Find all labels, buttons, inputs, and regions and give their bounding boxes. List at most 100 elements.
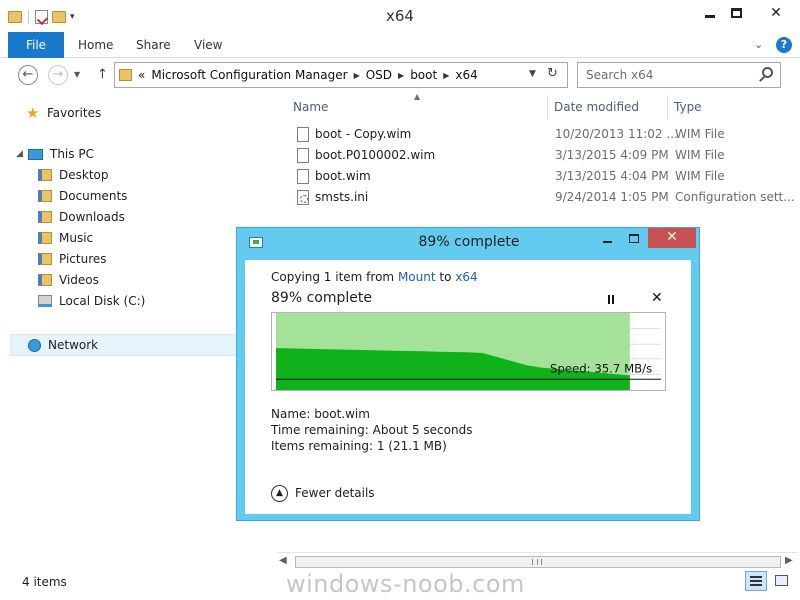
file-name: boot.P0100002.wim [315, 148, 436, 162]
up-button[interactable]: ↑ [97, 67, 108, 82]
close-button[interactable]: ✕ [754, 3, 798, 25]
file-type: WIM File [675, 148, 725, 162]
address-overflow[interactable]: « [138, 68, 145, 82]
chevron-up-icon[interactable]: ▲ [271, 485, 288, 502]
chevron-right-icon[interactable]: ▶ [354, 71, 360, 80]
pause-icon[interactable] [607, 295, 616, 305]
file-date: 3/13/2015 4:04 PM [555, 169, 669, 183]
destination-folder-link[interactable]: x64 [455, 270, 477, 284]
back-button[interactable]: ← [18, 65, 38, 85]
address-dropdown-icon[interactable]: ▼ [529, 69, 536, 79]
nav-music-label: Music [59, 231, 94, 245]
nav-downloads-label: Downloads [59, 210, 125, 224]
documents-folder-icon [38, 190, 52, 202]
search-input[interactable] [578, 63, 758, 87]
configuration-file-icon [297, 190, 309, 205]
maximize-icon [629, 234, 639, 243]
large-icons-view-icon[interactable] [770, 571, 792, 591]
detail-items-value: 1 (21.1 MB) [376, 439, 447, 453]
dialog-close-button[interactable]: ✕ [648, 228, 696, 248]
detail-time: Time remaining: About 5 seconds [271, 422, 472, 438]
navigation-bar: ← → ▼ ↑ « Microsoft Configuration Manage… [0, 58, 800, 92]
tab-share[interactable]: Share [136, 32, 171, 58]
source-folder-link[interactable]: Mount [398, 270, 436, 284]
refresh-icon[interactable]: ↻ [547, 66, 558, 81]
detail-items: Items remaining: 1 (21.1 MB) [271, 438, 472, 454]
nav-local-disk[interactable]: Local Disk (C:) [38, 291, 145, 311]
nav-desktop-label: Desktop [59, 168, 109, 182]
tab-view[interactable]: View [194, 32, 222, 58]
up-arrow-icon: ↑ [97, 67, 108, 82]
navigation-pane: ★ Favorites ◢ This PC Desktop Documents … [0, 92, 276, 570]
search-icon[interactable] [762, 67, 773, 78]
forward-button[interactable]: → [48, 65, 68, 85]
star-icon: ★ [26, 104, 40, 122]
nav-this-pc-label: This PC [50, 147, 94, 161]
maximize-button[interactable] [721, 3, 751, 25]
nav-music[interactable]: Music [38, 228, 93, 248]
file-name: smsts.ini [315, 190, 369, 204]
search-box[interactable] [577, 62, 781, 88]
close-icon: ✕ [770, 5, 782, 21]
breadcrumb-osd[interactable]: OSD [366, 68, 392, 82]
nav-documents[interactable]: Documents [38, 186, 127, 206]
scrollbar-thumb[interactable] [295, 556, 781, 568]
detail-items-label: Items remaining: [271, 439, 374, 453]
copy-to: to [439, 270, 452, 284]
details-view-icon[interactable] [745, 571, 767, 591]
chevron-right-icon[interactable]: ▶ [398, 71, 404, 80]
column-header-type[interactable]: Type [668, 95, 800, 120]
desktop-folder-icon [38, 169, 52, 181]
file-date: 3/13/2015 4:09 PM [555, 148, 669, 162]
dialog-body: Copying 1 item from Mount to x64 89% com… [245, 260, 691, 514]
disk-drive-icon [38, 295, 52, 307]
file-type: Configuration sett... [675, 190, 795, 204]
copy-progress-dialog: 89% complete ✕ Copying 1 item from Mount… [236, 227, 700, 521]
nav-desktop[interactable]: Desktop [38, 165, 109, 185]
column-header-date-modified[interactable]: Date modified [548, 95, 668, 120]
dialog-minimize-button[interactable] [594, 229, 620, 249]
file-row[interactable]: boot.wim 3/13/2015 4:04 PM WIM File [293, 166, 800, 187]
recent-locations-dropdown-icon[interactable]: ▼ [74, 70, 80, 79]
file-row[interactable]: boot - Copy.wim 10/20/2013 11:02 ... WIM… [293, 124, 800, 145]
fewer-details-button[interactable]: Fewer details [295, 486, 375, 500]
nav-downloads[interactable]: Downloads [38, 207, 125, 227]
nav-pictures[interactable]: Pictures [38, 249, 107, 269]
scroll-right-icon[interactable]: ▶ [785, 555, 793, 566]
tab-home[interactable]: Home [78, 32, 113, 58]
dialog-maximize-button[interactable] [621, 229, 647, 249]
chevron-down-icon[interactable]: ◢ [16, 149, 23, 159]
chevron-right-icon[interactable]: ▶ [443, 71, 449, 80]
breadcrumb-configmgr[interactable]: Microsoft Configuration Manager [151, 68, 347, 82]
expand-ribbon-chevron-icon[interactable]: ⌄ [754, 38, 763, 51]
nav-network[interactable]: Network [28, 335, 98, 355]
file-icon [297, 127, 309, 142]
address-bar[interactable]: « Microsoft Configuration Manager ▶ OSD … [114, 62, 568, 88]
downloads-folder-icon [38, 211, 52, 223]
column-header-name[interactable]: Name [287, 95, 548, 120]
detail-time-value: About 5 seconds [372, 423, 473, 437]
speed-label: Speed: 35.7 MB/s [550, 361, 652, 375]
detail-name: Name: boot.wim [271, 406, 472, 422]
file-date: 10/20/2013 11:02 ... [555, 127, 678, 141]
file-type: WIM File [675, 127, 725, 141]
nav-local-disk-label: Local Disk (C:) [59, 294, 146, 308]
folder-icon [119, 69, 132, 81]
nav-videos-label: Videos [59, 273, 99, 287]
horizontal-scrollbar[interactable]: ◀ ▶ [277, 552, 798, 570]
ribbon-tabs: File Home Share View ⌄ ? [0, 32, 800, 58]
window-title: x64 [386, 7, 414, 25]
breadcrumb-boot[interactable]: boot [410, 68, 437, 82]
scroll-left-icon[interactable]: ◀ [279, 555, 287, 566]
nav-this-pc[interactable]: This PC [28, 144, 94, 164]
nav-favorites[interactable]: ★ Favorites [26, 103, 101, 123]
file-icon [297, 148, 309, 163]
tab-file[interactable]: File [8, 32, 64, 58]
breadcrumb-x64[interactable]: x64 [455, 68, 477, 82]
nav-videos[interactable]: Videos [38, 270, 99, 290]
help-icon[interactable]: ? [776, 37, 792, 53]
cancel-copy-icon[interactable]: ✕ [651, 290, 663, 306]
file-icon [297, 169, 309, 184]
file-row[interactable]: boot.P0100002.wim 3/13/2015 4:09 PM WIM … [293, 145, 800, 166]
file-row[interactable]: smsts.ini 9/24/2014 1:05 PM Configuratio… [293, 187, 800, 208]
